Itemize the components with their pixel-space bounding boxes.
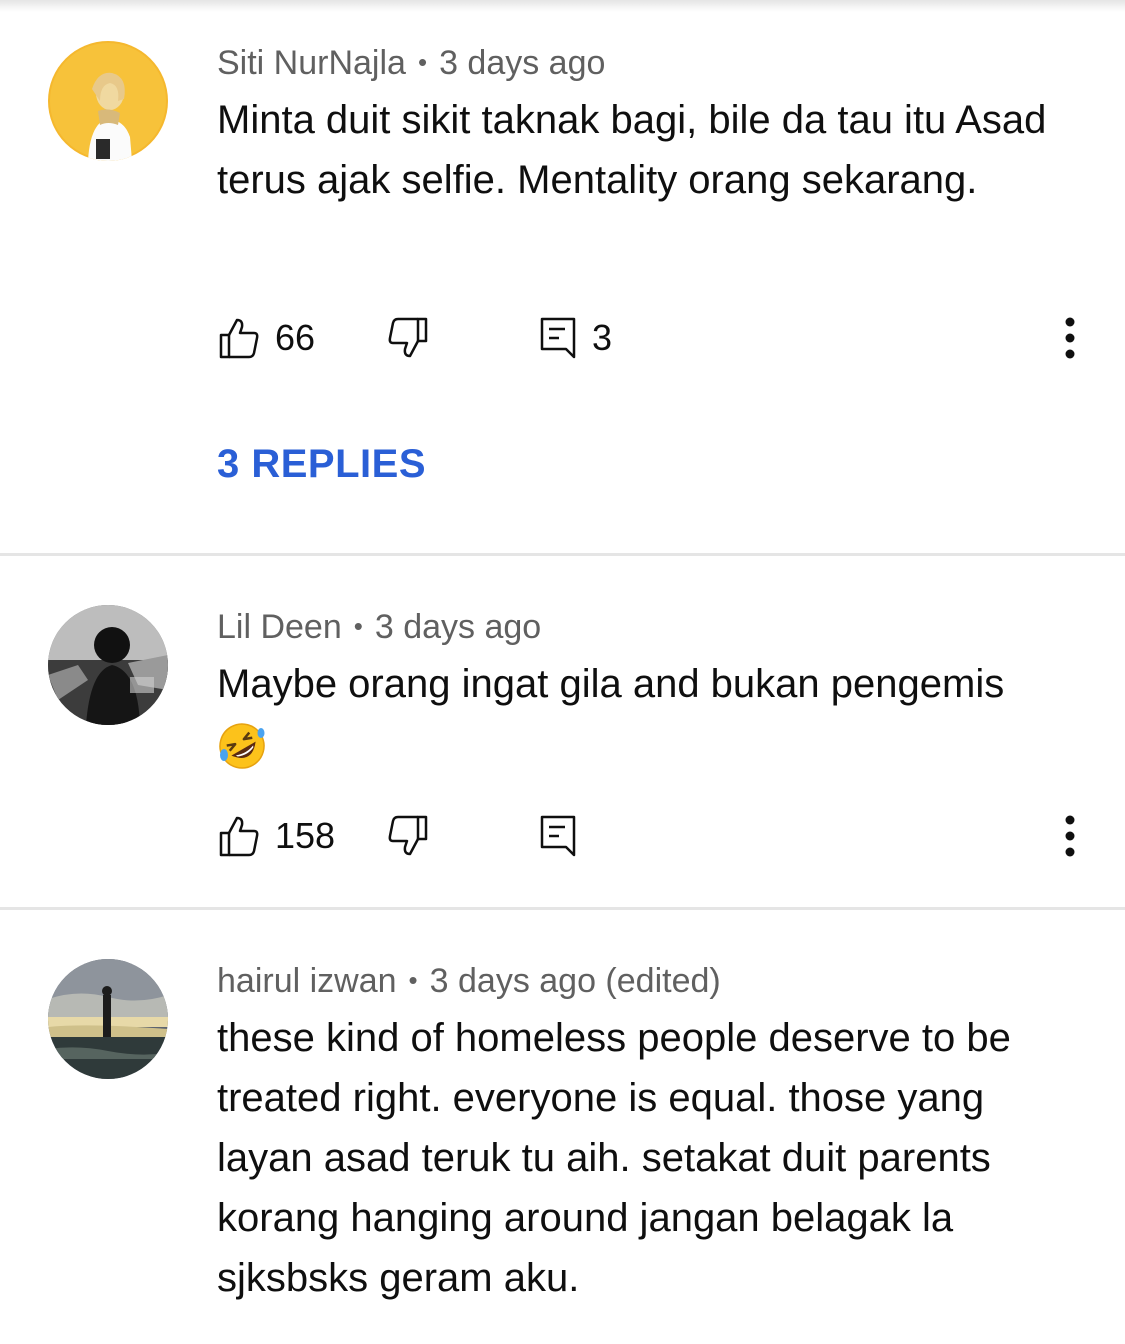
divider — [0, 907, 1125, 910]
comment-text: Maybe orang ingat gila and bukan pengemi… — [217, 654, 1067, 774]
top-shadow — [0, 0, 1125, 12]
comment-time: 3 days ago — [374, 608, 542, 646]
thumb-up-icon — [219, 816, 259, 857]
meta-separator: • — [417, 47, 428, 77]
comment-meta: hairul izwan • 3 days ago (edited) — [217, 960, 721, 1001]
more-options-button[interactable] — [1050, 806, 1090, 866]
view-replies-link[interactable]: 3 REPLIES — [217, 442, 426, 487]
comment-text: Minta duit sikit taknak bagi, bile da ta… — [217, 98, 1047, 202]
comment-text-content: Maybe orang ingat gila and bukan pengemi… — [217, 662, 1005, 706]
more-vert-icon — [1065, 815, 1075, 857]
avatar[interactable] — [48, 41, 168, 161]
like-count: 158 — [275, 815, 336, 856]
like-button[interactable]: 158 — [219, 811, 335, 861]
like-button[interactable]: 66 — [219, 313, 315, 363]
thumb-down-icon — [388, 317, 428, 358]
comment-author[interactable]: Siti NurNajla — [217, 44, 406, 82]
comment-meta: Siti NurNajla • 3 days ago — [217, 42, 605, 83]
divider — [0, 553, 1125, 556]
comment-time: 3 days ago (edited) — [429, 962, 721, 1000]
comment-reply-icon — [540, 317, 576, 359]
meta-separator: • — [408, 965, 418, 995]
reply-count: 3 — [592, 317, 613, 358]
dislike-button[interactable] — [388, 313, 428, 363]
comment-author[interactable]: hairul izwan — [217, 962, 397, 1000]
avatar[interactable] — [48, 605, 168, 725]
comment-reply-icon — [540, 815, 576, 857]
comment-meta: Lil Deen • 3 days ago — [217, 606, 541, 647]
more-options-button[interactable] — [1050, 308, 1090, 368]
avatar[interactable] — [48, 959, 168, 1079]
meta-separator: • — [353, 611, 363, 641]
reply-button[interactable]: 3 — [540, 313, 612, 363]
more-vert-icon — [1065, 317, 1075, 359]
comment-text: these kind of homeless people deserve to… — [217, 1016, 1011, 1300]
dislike-button[interactable] — [388, 811, 428, 861]
thumb-down-icon — [388, 815, 428, 856]
comment-author[interactable]: Lil Deen — [217, 608, 342, 646]
thumb-up-icon — [219, 318, 259, 359]
reply-button[interactable] — [540, 811, 576, 861]
comment-time: 3 days ago — [439, 44, 606, 82]
like-count: 66 — [275, 317, 316, 358]
rolling-on-floor-laughing-emoji — [219, 723, 265, 770]
